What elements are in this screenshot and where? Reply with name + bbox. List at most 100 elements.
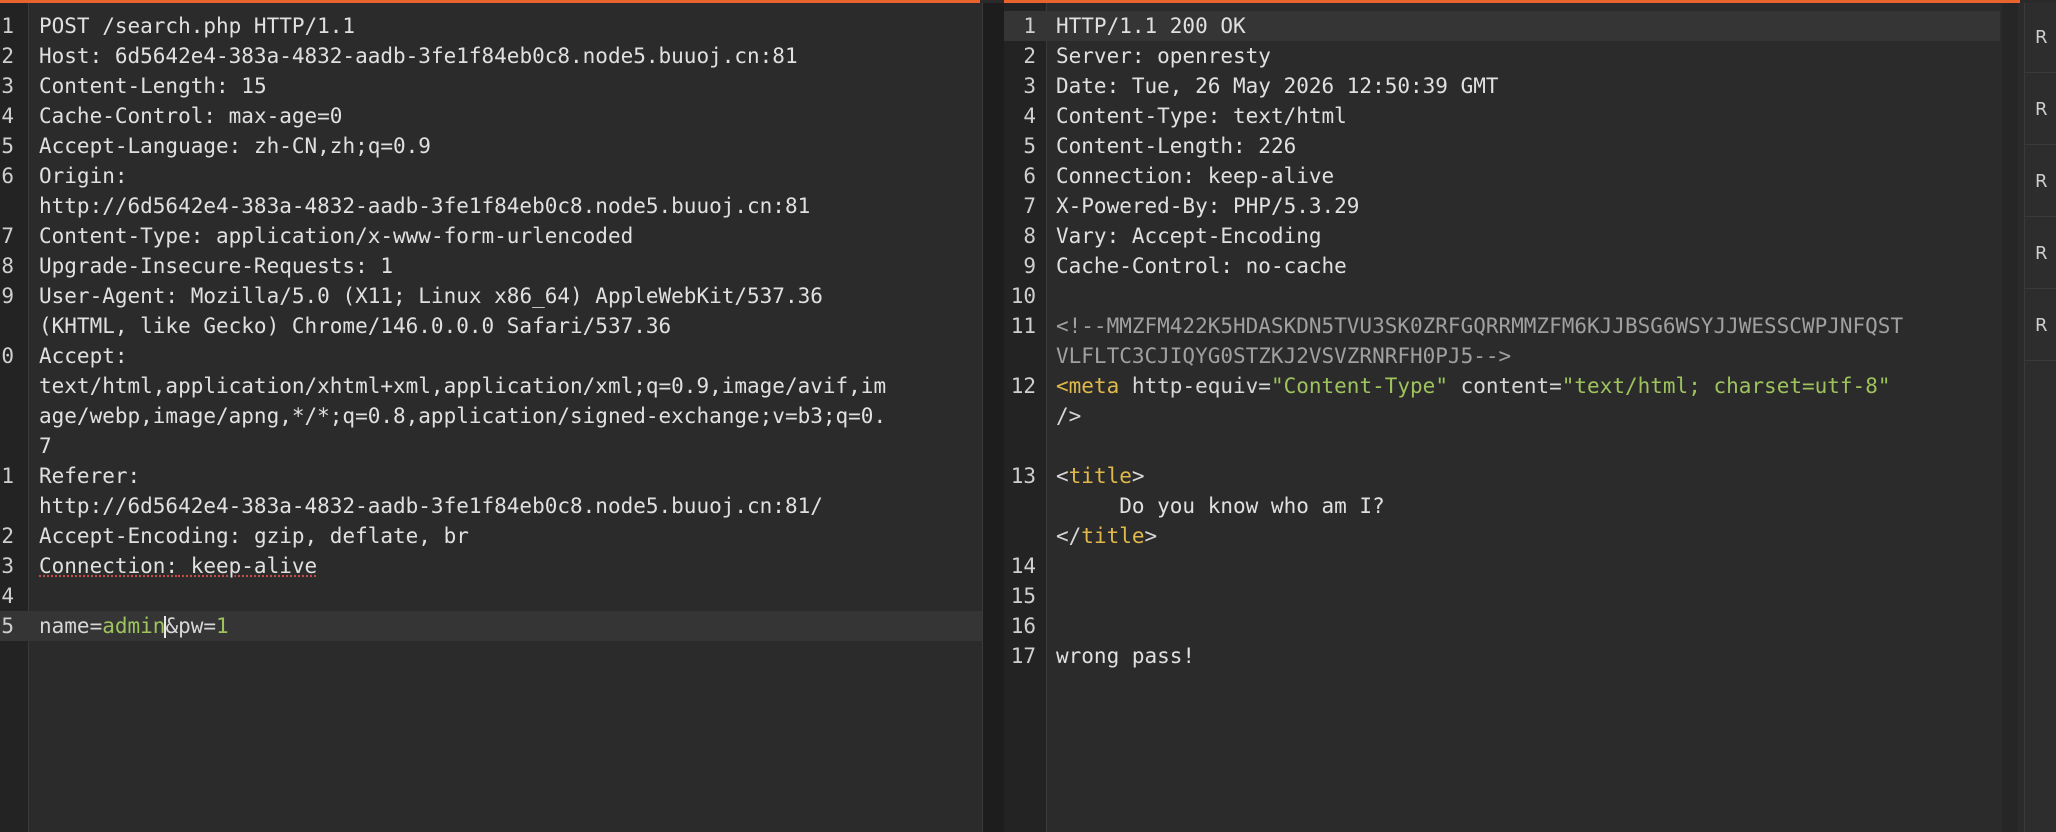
- request-line[interactable]: 1 Referer:: [0, 461, 982, 491]
- line-number: 1: [1023, 14, 1036, 38]
- line-number: 5: [1, 614, 14, 638]
- line-content: (KHTML, like Gecko) Chrome/146.0.0.0 Saf…: [39, 311, 671, 341]
- header-name: Content-Length:: [1056, 134, 1246, 158]
- line-content: Content-Type: application/x-www-form-url…: [39, 221, 633, 251]
- request-line[interactable]: (KHTML, like Gecko) Chrome/146.0.0.0 Saf…: [0, 311, 982, 341]
- meta-lt: <: [1056, 374, 1069, 398]
- line-content: Upgrade-Insecure-Requests: 1: [39, 251, 393, 281]
- side-tab-1[interactable]: R: [2025, 3, 2056, 73]
- line-content: VLFLTC3CJIQYG0STZKJ2VSVZRNRFH0PJ5-->: [1056, 341, 1511, 371]
- param-name-value: admin: [102, 614, 166, 638]
- request-line[interactable]: 3 Content-Length: 15: [0, 71, 982, 101]
- response-line[interactable]: VLFLTC3CJIQYG0STZKJ2VSVZRNRFH0PJ5-->: [1004, 341, 2000, 371]
- title-lt: <: [1056, 464, 1069, 488]
- response-line[interactable]: </title>: [1004, 521, 2000, 551]
- response-line[interactable]: [1004, 431, 2000, 461]
- response-viewer[interactable]: 1 HTTP/1.1 200 OK 2 Server: openresty 3 Date:…: [1004, 3, 2024, 832]
- title-tag: title: [1068, 464, 1132, 488]
- request-line[interactable]: 9 User-Agent: Mozilla/5.0 (X11; Linux x86…: [0, 281, 982, 311]
- response-line[interactable]: 14: [1004, 551, 2000, 581]
- response-line[interactable]: 10: [1004, 281, 2000, 311]
- header-name: Content-Type:: [39, 224, 204, 248]
- request-line[interactable]: 7: [0, 431, 982, 461]
- request-line[interactable]: 3 Connection: keep-alive: [0, 551, 982, 581]
- request-editor[interactable]: 1 POST /search.php HTTP/1.1 2 Host: 6d5642e…: [0, 3, 982, 832]
- line-content: POST /search.php HTTP/1.1: [39, 11, 355, 41]
- line-number: 12: [1010, 374, 1036, 398]
- line-number: 3: [1023, 74, 1036, 98]
- header-value: age/webp,image/apng,*/*;q=0.8,applicatio…: [39, 404, 887, 428]
- request-line[interactable]: 0 Accept:: [0, 341, 982, 371]
- side-tab-2[interactable]: R: [2025, 75, 2056, 145]
- response-line[interactable]: Do you know who am I?: [1004, 491, 2000, 521]
- line-content: </title>: [1056, 521, 1157, 551]
- header-value: Accept-Encoding: [1119, 224, 1322, 248]
- header-value: zh-CN,zh;q=0.9: [241, 134, 431, 158]
- response-line[interactable]: 17 wrong pass!: [1004, 641, 2000, 671]
- header-value: 6d5642e4-383a-4832-aadb-3fe1f84eb0c8.nod…: [102, 44, 798, 68]
- response-line[interactable]: 16: [1004, 611, 2000, 641]
- request-line[interactable]: http://6d5642e4-383a-4832-aadb-3fe1f84eb…: [0, 491, 982, 521]
- response-line[interactable]: 8 Vary: Accept-Encoding: [1004, 221, 2000, 251]
- header-name: Accept-Language:: [39, 134, 242, 158]
- line-number: 5: [1, 134, 14, 158]
- header-value: 1: [367, 254, 394, 278]
- line-number: 15: [1010, 584, 1036, 608]
- request-line[interactable]: text/html,application/xhtml+xml,applicat…: [0, 371, 982, 401]
- response-scrollbar[interactable]: [2002, 3, 2018, 832]
- line-number: 8: [1023, 224, 1036, 248]
- line-content: Do you know who am I?: [1056, 491, 1385, 521]
- meta-tag: meta: [1068, 374, 1120, 398]
- request-line[interactable]: 2 Accept-Encoding: gzip, deflate, br: [0, 521, 982, 551]
- line-content: Cache-Control: no-cache: [1056, 251, 1347, 281]
- header-value: 226: [1245, 134, 1297, 158]
- title-close-gt: >: [1144, 524, 1158, 548]
- header-value: (KHTML, like Gecko) Chrome/146.0.0.0 Saf…: [39, 314, 672, 338]
- request-line[interactable]: 6 Origin:: [0, 161, 982, 191]
- meta-attr: http-equiv=: [1119, 374, 1271, 398]
- request-line[interactable]: 1 POST /search.php HTTP/1.1: [0, 11, 982, 41]
- side-tab-3[interactable]: R: [2025, 147, 2056, 217]
- request-line[interactable]: age/webp,image/apng,*/*;q=0.8,applicatio…: [0, 401, 982, 431]
- response-line[interactable]: 1 HTTP/1.1 200 OK: [1004, 11, 2000, 41]
- request-line[interactable]: 4 Cache-Control: max-age=0: [0, 101, 982, 131]
- line-number: 9: [1, 284, 14, 308]
- response-line[interactable]: 3 Date: Tue, 26 May 2026 12:50:39 GMT: [1004, 71, 2000, 101]
- request-line[interactable]: 7 Content-Type: application/x-www-form-ur…: [0, 221, 982, 251]
- side-tab-4[interactable]: R: [2025, 219, 2056, 289]
- response-line[interactable]: 7 X-Powered-By: PHP/5.3.29: [1004, 191, 2000, 221]
- line-number: 9: [1023, 254, 1036, 278]
- response-line[interactable]: 5 Content-Length: 226: [1004, 131, 2000, 161]
- title-gt: >: [1131, 464, 1145, 488]
- response-line[interactable]: 13 <title>: [1004, 461, 2000, 491]
- response-line[interactable]: 9 Cache-Control: no-cache: [1004, 251, 2000, 281]
- meta-close: />: [1056, 404, 1082, 428]
- line-number: 1: [1, 14, 14, 38]
- response-line[interactable]: />: [1004, 401, 2000, 431]
- header-value: HTTP/1.1 200 OK: [1056, 14, 1246, 38]
- response-line[interactable]: 2 Server: openresty: [1004, 41, 2000, 71]
- request-line[interactable]: 2 Host: 6d5642e4-383a-4832-aadb-3fe1f84eb…: [0, 41, 982, 71]
- pane-splitter[interactable]: [982, 3, 1006, 832]
- request-line[interactable]: 8 Upgrade-Insecure-Requests: 1: [0, 251, 982, 281]
- line-number: 17: [1010, 644, 1036, 668]
- request-line[interactable]: 5 Accept-Language: zh-CN,zh;q=0.9: [0, 131, 982, 161]
- response-line[interactable]: 12 <meta http-equiv="Content-Type" conten…: [1004, 371, 2000, 401]
- response-body-text: wrong pass!: [1056, 644, 1196, 668]
- line-content: age/webp,image/apng,*/*;q=0.8,applicatio…: [39, 401, 886, 431]
- response-line[interactable]: 11 <!--MMZFM422K5HDASKDN5TVU3SK0ZRFGQRRMM…: [1004, 311, 2000, 341]
- line-number: 4: [1, 104, 14, 128]
- line-content: text/html,application/xhtml+xml,applicat…: [39, 371, 886, 401]
- line-content: <!--MMZFM422K5HDASKDN5TVU3SK0ZRFGQRRMMZF…: [1056, 311, 1903, 341]
- html-comment-cont: VLFLTC3CJIQYG0STZKJ2VSVZRNRFH0PJ5-->: [1056, 344, 1512, 368]
- response-line[interactable]: 6 Connection: keep-alive: [1004, 161, 2000, 191]
- request-body-line[interactable]: 5 name=admin&pw=1: [0, 611, 982, 641]
- request-line[interactable]: http://6d5642e4-383a-4832-aadb-3fe1f84eb…: [0, 191, 982, 221]
- response-line[interactable]: 4 Content-Type: text/html: [1004, 101, 2000, 131]
- side-tab-5[interactable]: R: [2025, 291, 2056, 361]
- header-name: Content-Type:: [1056, 104, 1221, 128]
- request-line[interactable]: 4: [0, 581, 982, 611]
- line-content: Vary: Accept-Encoding: [1056, 221, 1322, 251]
- response-line[interactable]: 15: [1004, 581, 2000, 611]
- request-body: name=admin&pw=1: [39, 611, 229, 641]
